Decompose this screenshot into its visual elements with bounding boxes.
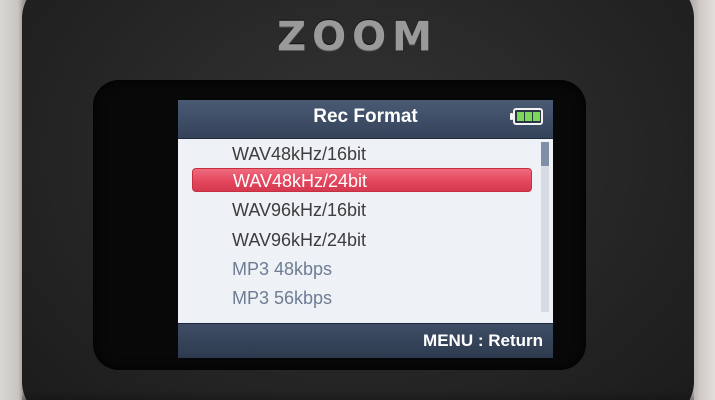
battery-cell [533,112,540,121]
screen-title: Rec Format [313,106,418,127]
title-bar: Rec Format [178,100,553,139]
list-item[interactable]: MP3 56kbps [192,286,532,310]
list-item[interactable]: WAV96kHz/16bit [192,198,532,222]
footer-bar: MENU : Return [178,323,553,358]
battery-cell [525,112,532,121]
rec-format-list: WAV48kHz/16bit WAV48kHz/24bit WAV96kHz/1… [178,139,540,319]
list-item-selected[interactable]: WAV48kHz/24bit [192,168,532,192]
brand-logo: ZOOM [277,14,438,60]
list-item[interactable]: WAV96kHz/24bit [192,228,532,252]
body-shadow [22,390,694,400]
list-item[interactable]: WAV48kHz/16bit [192,142,532,166]
scrollbar-thumb[interactable] [541,142,549,166]
battery-cell [517,112,524,121]
battery-full-icon [510,108,543,125]
lcd-screen: Rec Format WAV48kHz/16bit WAV48kHz/24bit… [178,100,553,358]
scrollbar[interactable] [541,142,549,312]
footer-hint: MENU : Return [423,331,543,350]
list-item[interactable]: MP3 48kbps [192,257,532,281]
photo-scene: ZOOM Rec Format WAV48kHz/16bit WAV48kHz/… [0,0,715,400]
